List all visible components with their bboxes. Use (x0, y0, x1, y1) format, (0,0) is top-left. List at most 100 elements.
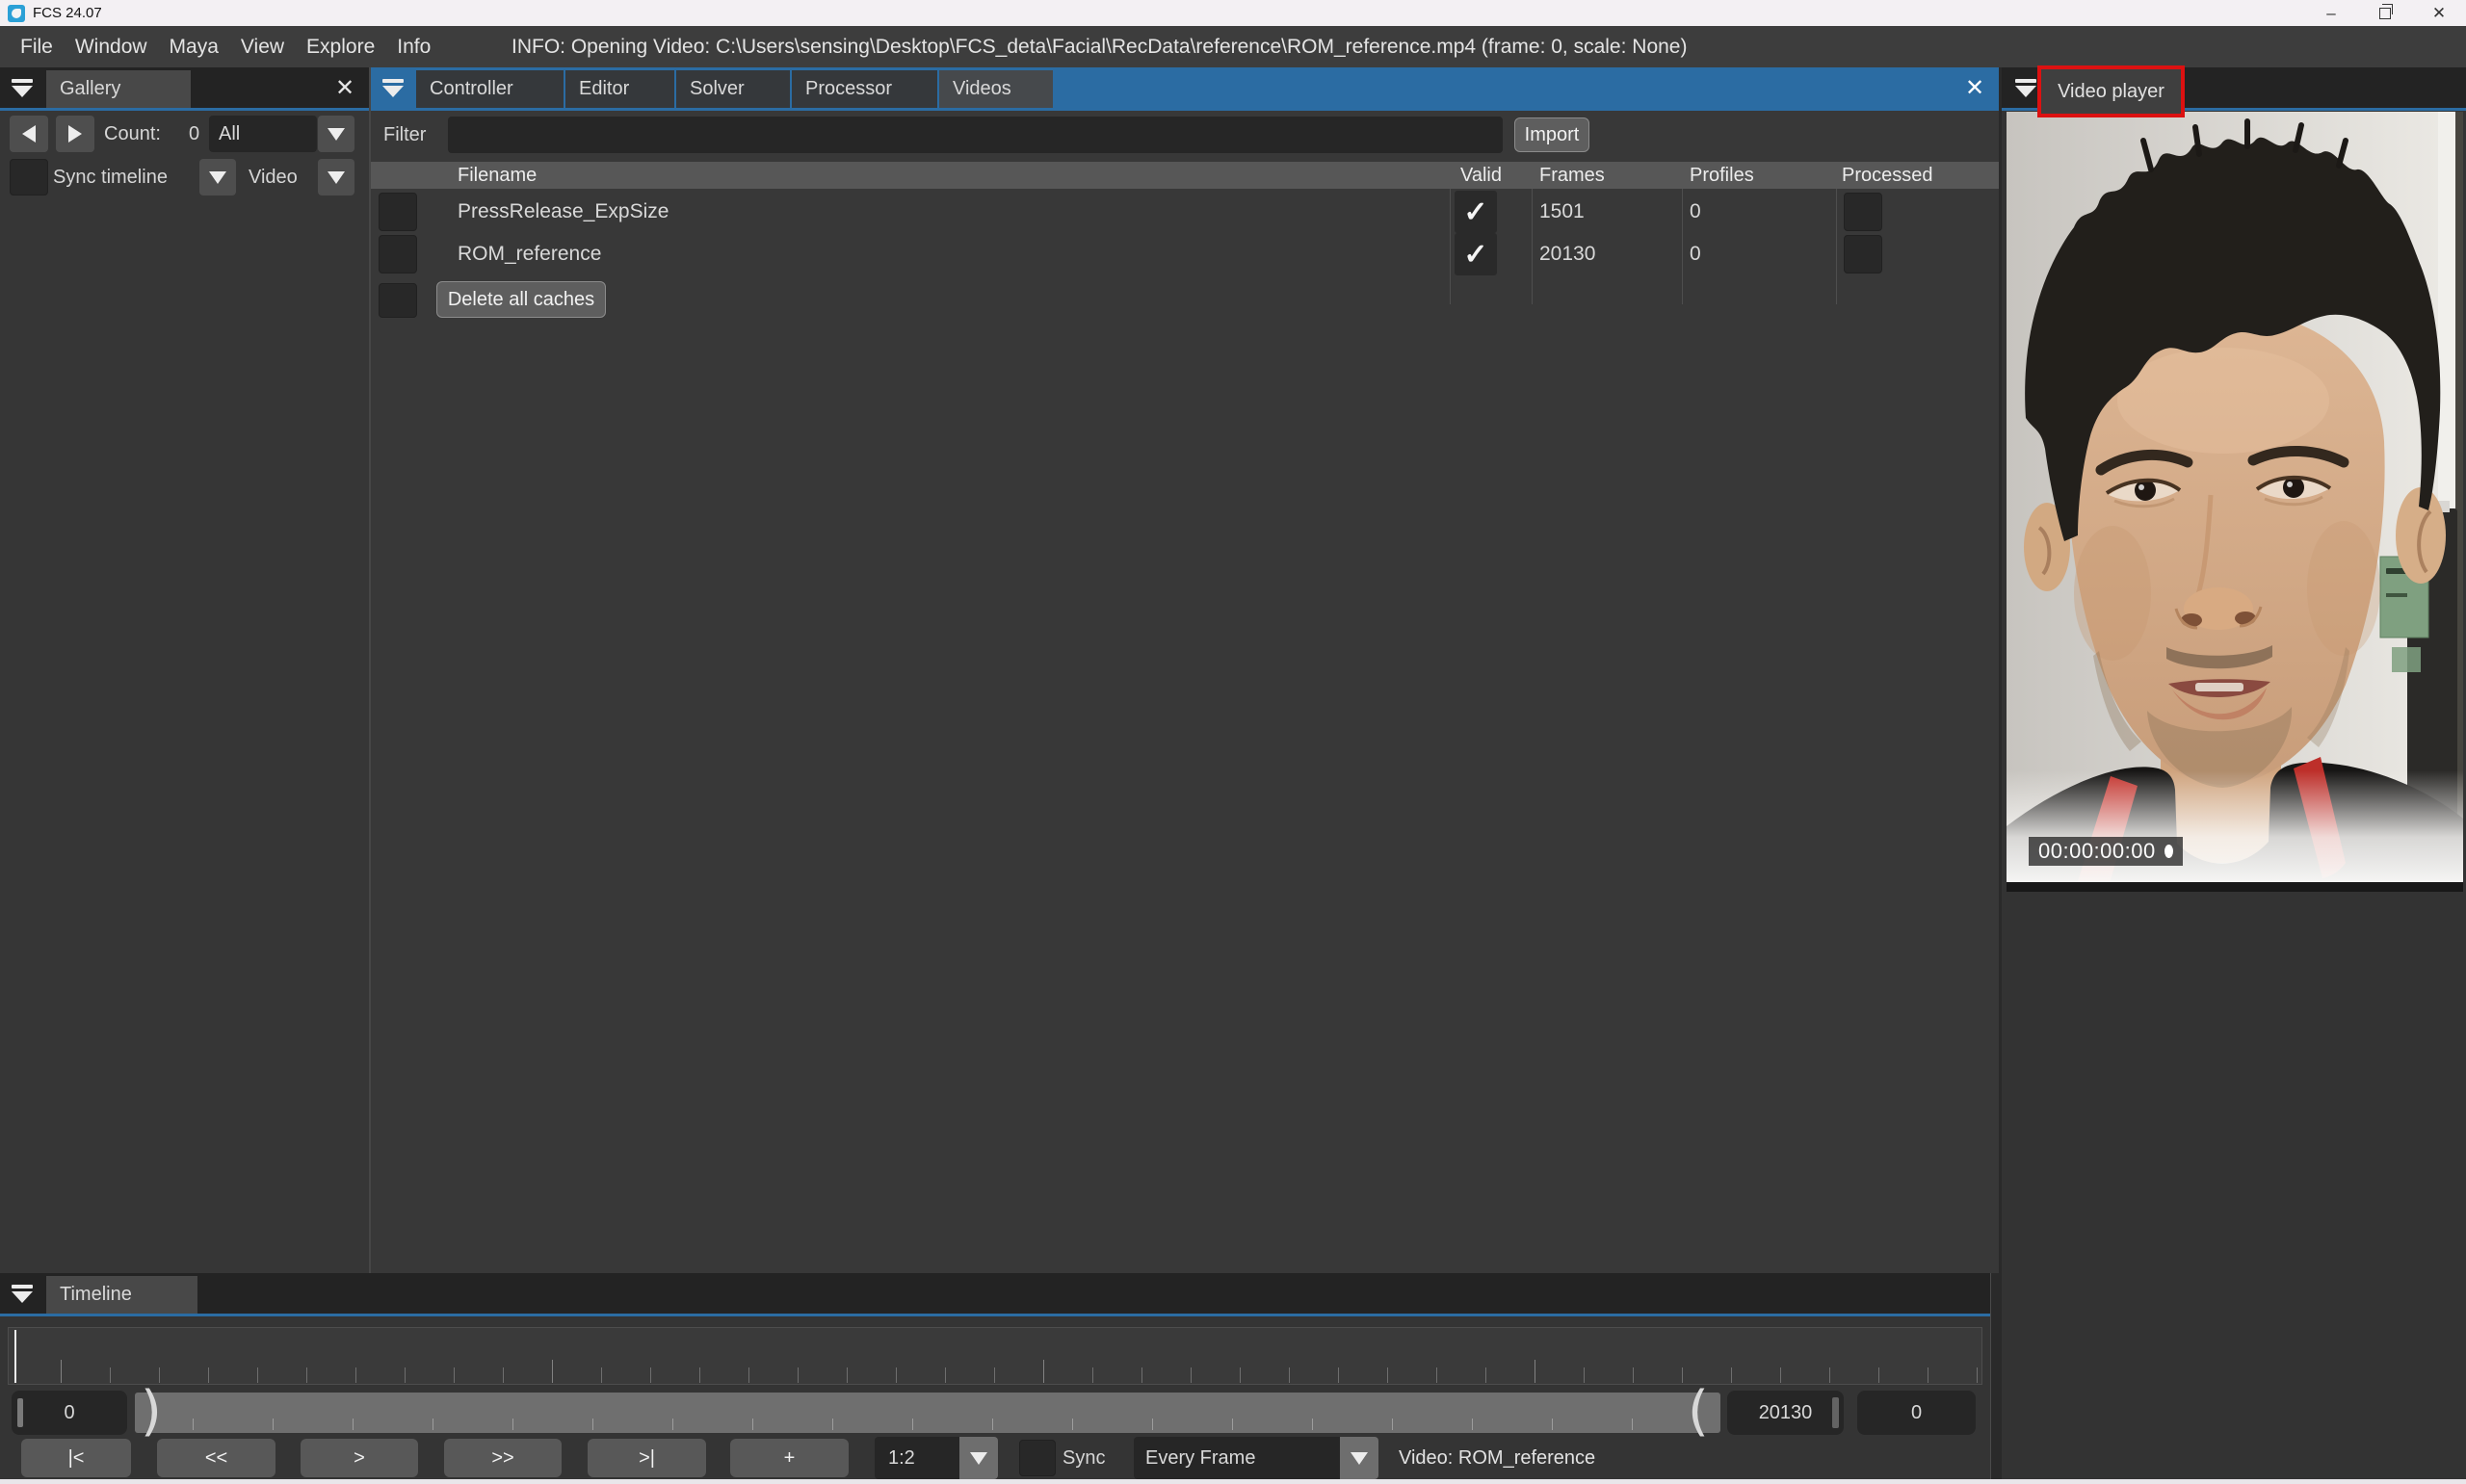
go-to-end-button[interactable]: >| (588, 1439, 706, 1477)
videos-panel: Controller Editor Solver Processor Video… (371, 67, 1999, 1273)
chevron-down-icon (328, 128, 345, 141)
gallery-next-button[interactable] (56, 116, 94, 152)
tab-gallery[interactable]: Gallery (46, 70, 191, 108)
filter-icon (12, 1285, 33, 1289)
table-row[interactable]: ROM_reference ✓ 20130 0 (371, 233, 1999, 275)
menu-view[interactable]: View (240, 34, 285, 61)
add-button[interactable]: + (730, 1439, 849, 1477)
column-filename[interactable]: Filename (458, 162, 537, 189)
step-ratio-select[interactable]: 1:2 (875, 1437, 959, 1479)
offset-field[interactable]: 0 (1857, 1391, 1976, 1435)
menu-window[interactable]: Window (74, 34, 148, 61)
sync-checkbox[interactable] (1019, 1440, 1056, 1476)
sync-timeline-checkbox[interactable] (10, 159, 48, 195)
frame-mode-dropdown-button[interactable] (1340, 1437, 1378, 1479)
timecode-overlay: 00:00:00:00 (2029, 837, 2183, 866)
restore-button[interactable] (2358, 0, 2412, 26)
gallery-close-button[interactable]: ✕ (328, 67, 361, 108)
count-value: 0 (189, 116, 199, 152)
chevron-down-icon (209, 171, 226, 184)
play-button[interactable]: > (301, 1439, 418, 1477)
column-valid[interactable]: Valid (1460, 162, 1502, 189)
videos-panel-header: Controller Editor Solver Processor Video… (371, 67, 1999, 111)
videos-close-button[interactable]: ✕ (1958, 67, 1991, 108)
next-arrow-icon (68, 125, 82, 143)
go-to-start-button[interactable]: |< (21, 1439, 131, 1477)
close-icon: ✕ (2432, 4, 2446, 23)
tab-controller[interactable]: Controller (416, 70, 564, 108)
tab-videos[interactable]: Videos (939, 70, 1053, 108)
media-dropdown-button[interactable] (318, 159, 354, 195)
offset-value: 0 (1911, 1402, 1922, 1424)
tab-processor[interactable]: Processor (792, 70, 937, 108)
valid-check-cell: ✓ (1455, 233, 1497, 275)
row-select-checkbox[interactable] (379, 283, 417, 318)
titlebar: FCS 24.07 – ✕ (0, 0, 2466, 26)
sync-dropdown-button[interactable] (199, 159, 236, 195)
filter-input[interactable] (448, 117, 1503, 153)
status-message: INFO: Opening Video: C:\Users\sensing\De… (512, 26, 1687, 67)
delete-all-caches-button[interactable]: Delete all caches (436, 281, 606, 318)
step-back-button[interactable]: << (157, 1439, 275, 1477)
player-panel-header: Video player (2002, 67, 2466, 111)
column-frames[interactable]: Frames (1539, 162, 1605, 189)
timecode-value: 00:00:00:00 (2038, 839, 2156, 864)
processed-checkbox[interactable] (1844, 193, 1882, 231)
menu-maya[interactable]: Maya (169, 34, 220, 61)
valid-check-cell: ✓ (1455, 191, 1497, 233)
range-end-field[interactable]: 20130 (1727, 1391, 1844, 1435)
playhead[interactable] (14, 1330, 16, 1383)
range-slider[interactable] (135, 1393, 1720, 1433)
timeline-track[interactable] (8, 1327, 1982, 1385)
frame-mode-select[interactable]: Every Frame (1134, 1437, 1340, 1479)
restore-icon (2379, 8, 2391, 19)
chevron-down-icon (970, 1452, 987, 1465)
row-select-checkbox[interactable] (379, 193, 417, 231)
column-processed[interactable]: Processed (1842, 162, 1933, 189)
range-start-field[interactable]: 0 (12, 1391, 127, 1435)
window-controls: – ✕ (2304, 0, 2466, 26)
filename-cell: PressRelease_ExpSize (458, 191, 669, 233)
processed-checkbox[interactable] (1844, 235, 1882, 273)
tab-editor[interactable]: Editor (565, 70, 674, 108)
menu-explore[interactable]: Explore (305, 34, 376, 61)
range-start-value: 0 (64, 1402, 74, 1424)
import-button[interactable]: Import (1514, 117, 1589, 152)
minimize-button[interactable]: – (2304, 0, 2358, 26)
sync-label: Sync (1062, 1439, 1105, 1477)
white-fade (2007, 770, 2463, 892)
menu-info[interactable]: Info (396, 34, 432, 61)
step-forward-button[interactable]: >> (444, 1439, 562, 1477)
tab-timeline[interactable]: Timeline (46, 1276, 197, 1314)
tab-video-player-highlighted[interactable]: Video player (2037, 65, 2185, 117)
range-handle-right[interactable]: ( (1688, 1383, 1709, 1441)
menu-file[interactable]: File (19, 34, 54, 61)
count-label: Count: (104, 116, 161, 152)
close-window-button[interactable]: ✕ (2412, 0, 2466, 26)
timeline-panel: Timeline 0 ) ( 20130 0 |< << > >> >| + 1… (0, 1273, 1990, 1479)
range-handle-left[interactable]: ) (141, 1383, 162, 1441)
slider-nub (1832, 1397, 1839, 1428)
panel-menu-button[interactable] (371, 67, 415, 108)
row-select-checkbox[interactable] (379, 235, 417, 273)
panel-menu-button[interactable] (0, 67, 44, 108)
gallery-prev-button[interactable] (10, 116, 48, 152)
filter-icon (382, 79, 404, 83)
table-row[interactable]: PressRelease_ExpSize ✓ 1501 0 (371, 191, 1999, 233)
gallery-range-dropdown-button[interactable] (318, 116, 354, 152)
gallery-panel-header: Gallery ✕ (0, 67, 369, 111)
minimize-icon: – (2326, 4, 2335, 23)
range-end-value: 20130 (1759, 1402, 1813, 1424)
screen-bottom-edge (0, 1479, 2466, 1484)
video-frame: 00:00:00:00 (2007, 112, 2463, 892)
current-video-label: Video: ROM_reference (1399, 1439, 1595, 1477)
step-ratio-dropdown-button[interactable] (959, 1437, 998, 1479)
gallery-range-select[interactable]: All (209, 116, 317, 152)
profiles-cell: 0 (1690, 233, 1701, 275)
app-logo-icon (8, 5, 25, 22)
tab-solver[interactable]: Solver (676, 70, 790, 108)
filter-label: Filter (383, 117, 426, 153)
column-profiles[interactable]: Profiles (1690, 162, 1754, 189)
gallery-panel: Gallery ✕ Count: 0 All Sync timeline Vid… (0, 67, 369, 1273)
panel-menu-button[interactable] (0, 1273, 44, 1314)
